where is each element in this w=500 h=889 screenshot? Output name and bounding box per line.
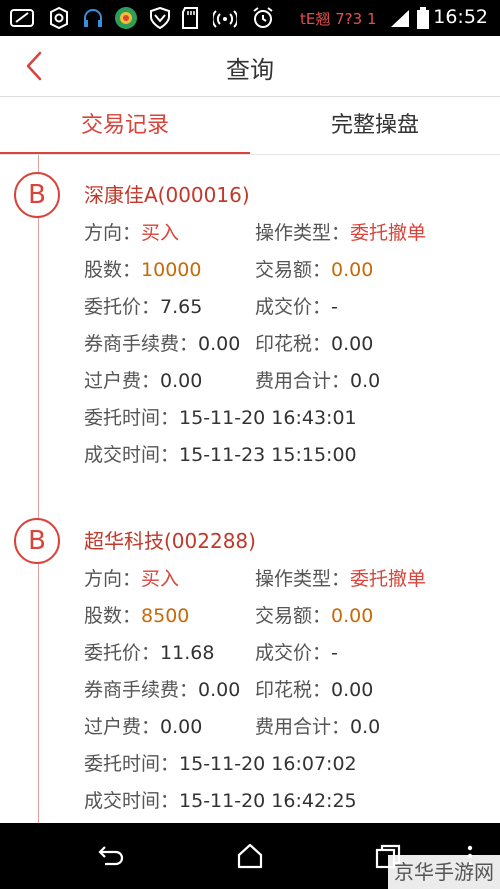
stock-name: 超华科技(002288) <box>84 529 256 553</box>
page-title: 查询 <box>226 56 274 84</box>
total-fee-field: 费用合计：0.0 <box>255 370 381 392</box>
headset-icon <box>80 6 106 30</box>
transfer-fee-field: 过户费：0.00 <box>84 370 203 392</box>
nav-bar: 查询 <box>0 36 500 97</box>
buy-badge: B <box>14 518 60 564</box>
sd-card-icon <box>180 6 200 30</box>
tab-full-trading[interactable]: 完整操盘 <box>250 97 500 155</box>
order-time-field: 委托时间：15-11-20 16:07:02 <box>84 753 357 775</box>
watermark: 京华手游网 <box>388 855 500 889</box>
back-icon[interactable] <box>92 839 132 873</box>
total-fee-field: 费用合计：0.0 <box>255 716 381 738</box>
buy-badge: B <box>14 172 60 218</box>
status-bar: tE翘 7?3 1 16:52 <box>0 0 500 36</box>
direction-field: 方向：买入 <box>84 222 180 244</box>
commission-field: 券商手续费：0.00 <box>84 679 241 701</box>
order-price-field: 委托价：7.65 <box>84 296 203 318</box>
notification-icon <box>10 6 36 30</box>
order-price-field: 委托价：11.68 <box>84 642 215 664</box>
amount-field: 交易额：0.00 <box>255 259 374 281</box>
op-type-field: 操作类型：委托撤单 <box>255 568 427 590</box>
stamp-tax-field: 印花税：0.00 <box>255 679 374 701</box>
stamp-tax-field: 印花税：0.00 <box>255 333 374 355</box>
op-type-field: 操作类型：委托撤单 <box>255 222 427 244</box>
shield-icon <box>148 6 172 30</box>
tab-bar: 交易记录 完整操盘 <box>0 97 500 155</box>
signal-icon <box>388 6 412 30</box>
amount-field: 交易额：0.00 <box>255 605 374 627</box>
transfer-fee-field: 过户费：0.00 <box>84 716 203 738</box>
clock: 16:52 <box>433 6 488 28</box>
home-icon[interactable] <box>230 839 270 873</box>
commission-field: 券商手续费：0.00 <box>84 333 241 355</box>
deal-price-field: 成交价：- <box>255 642 338 664</box>
direction-field: 方向：买入 <box>84 568 180 590</box>
tab-trade-records[interactable]: 交易记录 <box>0 97 250 155</box>
app-store-icon <box>112 6 140 30</box>
alarm-icon <box>250 6 276 30</box>
record-list[interactable]: B 深康佳A(000016) 方向：买入 操作类型：委托撤单 股数：10000 … <box>0 155 500 823</box>
deal-time-field: 成交时间：15-11-23 15:15:00 <box>84 444 357 466</box>
shares-field: 股数：8500 <box>84 605 190 627</box>
stock-name: 深康佳A(000016) <box>84 183 250 207</box>
order-time-field: 委托时间：15-11-20 16:43:01 <box>84 407 357 429</box>
shares-field: 股数：10000 <box>84 259 202 281</box>
settings-icon <box>46 6 72 30</box>
deal-price-field: 成交价：- <box>255 296 338 318</box>
deal-time-field: 成交时间：15-11-20 16:42:25 <box>84 790 357 812</box>
wireless-icon <box>212 6 238 30</box>
carrier-text: tE翘 7?3 1 <box>300 10 377 28</box>
battery-icon <box>416 6 430 30</box>
